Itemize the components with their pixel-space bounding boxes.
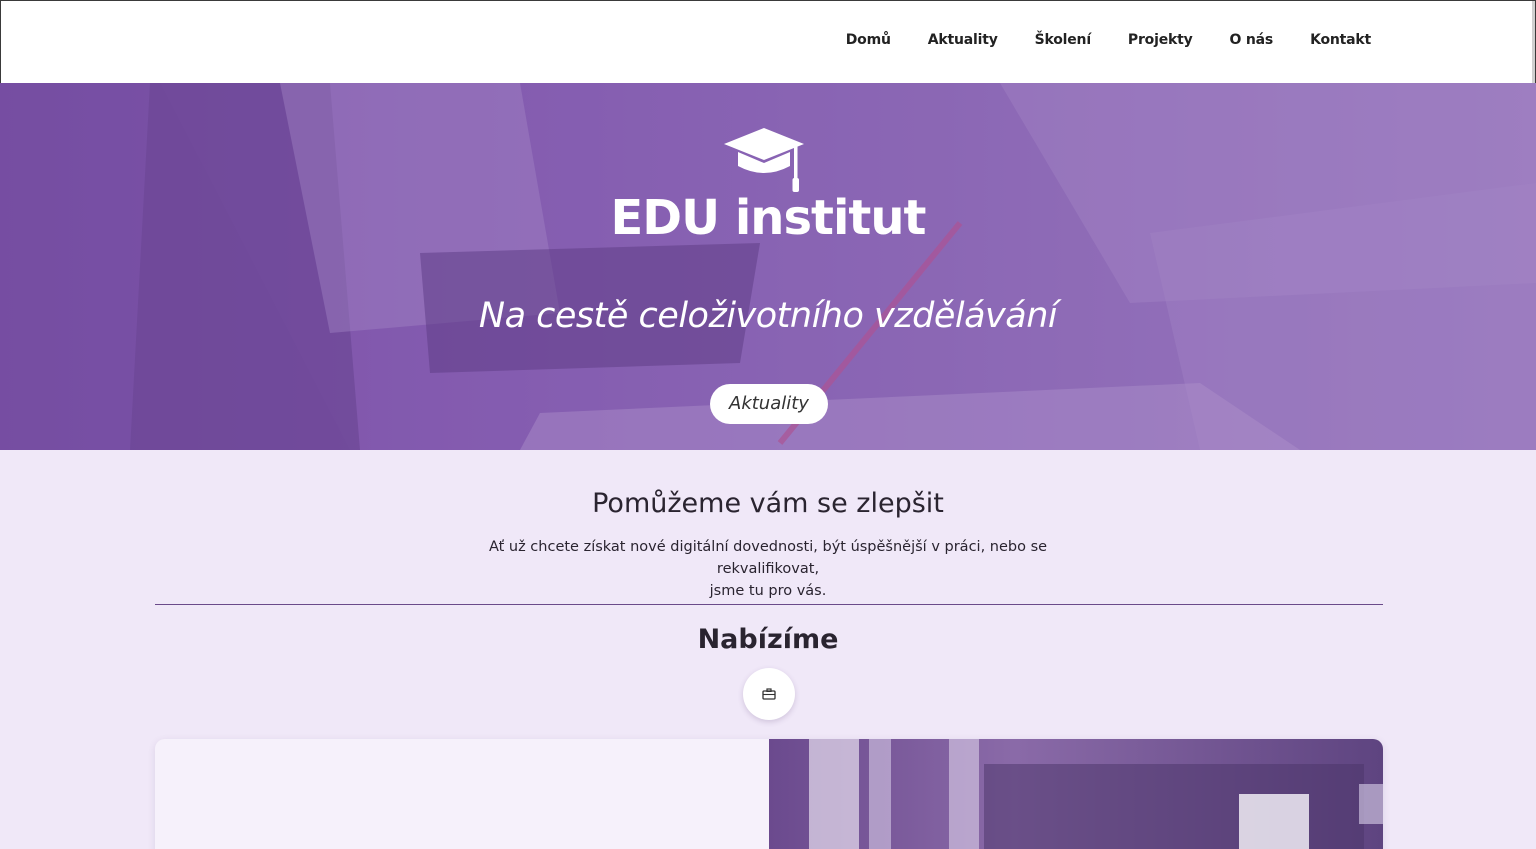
offer-card-text-panel: [155, 739, 769, 849]
hero-news-button[interactable]: Aktuality: [710, 384, 828, 424]
section-divider: [155, 604, 1383, 605]
offer-card-image: [769, 739, 1383, 849]
intro-text: Ať už chcete získat nové digitální doved…: [448, 536, 1088, 602]
site-logo-text[interactable]: EDU institut: [0, 190, 1536, 246]
intro-heading: Pomůžeme vám se zlepšit: [592, 488, 944, 519]
offer-card[interactable]: [155, 739, 1383, 849]
nav-item-projekty[interactable]: Projekty: [1128, 32, 1193, 48]
nav-item-o-nas[interactable]: O nás: [1230, 32, 1274, 48]
offer-icon-badge: [743, 668, 795, 720]
intro-text-line-1: Ať už chcete získat nové digitální doved…: [488, 539, 1048, 577]
offer-card-photo: [809, 739, 1383, 849]
graduation-cap-icon: [724, 128, 804, 192]
briefcase-icon: [762, 688, 776, 700]
nav-item-domu[interactable]: Domů: [846, 32, 891, 48]
main-nav: Domů Aktuality Školení Projekty O nás Ko…: [846, 32, 1371, 48]
offer-heading: Nabízíme: [697, 624, 839, 655]
nav-item-aktuality[interactable]: Aktuality: [928, 32, 998, 48]
nav-item-kontakt[interactable]: Kontakt: [1310, 32, 1371, 48]
nav-item-skoleni[interactable]: Školení: [1035, 32, 1091, 48]
intro-text-line-2: jsme tu pro vás.: [709, 583, 827, 599]
top-navigation-bar: Domů Aktuality Školení Projekty O nás Ko…: [0, 0, 1536, 83]
hero-tagline: Na cestě celoživotního vzdělávání: [478, 296, 1058, 336]
